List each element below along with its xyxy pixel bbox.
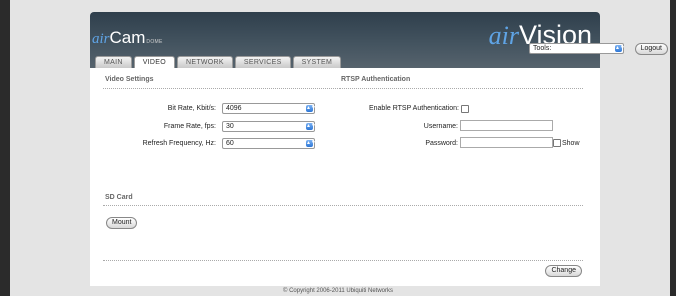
aircam-logo-suffix: DOME bbox=[146, 39, 163, 45]
select-arrows-icon: ▲▼ bbox=[306, 123, 316, 130]
video-settings-panel: Video Settings RTSP Authentication Bit R… bbox=[90, 68, 600, 286]
frame-rate-label: Frame Rate, fps: bbox=[163, 123, 216, 130]
main-tabs: MAIN VIDEO NETWORK SERVICES SYSTEM bbox=[95, 56, 342, 68]
frame-rate-select[interactable]: 30 ▲▼ bbox=[222, 121, 316, 132]
aircam-logo-prefix: air bbox=[92, 31, 110, 47]
select-arrows-icon: ▲▼ bbox=[615, 45, 625, 52]
tab-video[interactable]: VIDEO bbox=[133, 56, 175, 68]
rtsp-auth-divider bbox=[339, 88, 583, 89]
enable-rtsp-auth-label: Enable RTSP Authentication: bbox=[368, 105, 459, 112]
actions-divider bbox=[103, 260, 583, 261]
sd-card-title: SD Card bbox=[105, 194, 133, 201]
video-settings-title: Video Settings bbox=[105, 76, 154, 83]
select-arrows-icon: ▲▼ bbox=[306, 105, 316, 112]
aircam-logo-name: Cam bbox=[109, 28, 146, 47]
bit-rate-label: Bit Rate, Kbit/s: bbox=[167, 105, 216, 112]
logout-button[interactable]: Logout bbox=[634, 43, 668, 55]
bit-rate-select[interactable]: 4096 ▲▼ bbox=[222, 103, 316, 114]
bit-rate-value: 4096 bbox=[226, 105, 242, 112]
mount-button[interactable]: Mount bbox=[106, 217, 138, 229]
aircam-logo: airCamDOME bbox=[92, 28, 163, 48]
tab-network[interactable]: NETWORK bbox=[177, 56, 233, 68]
change-button[interactable]: Change bbox=[545, 265, 582, 277]
password-label: Password: bbox=[425, 140, 458, 147]
show-password-checkbox[interactable] bbox=[553, 139, 561, 147]
username-input[interactable] bbox=[460, 120, 553, 131]
tab-services[interactable]: SERVICES bbox=[234, 56, 291, 68]
refresh-frequency-label: Refresh Frequency, Hz: bbox=[142, 140, 216, 147]
frame-rate-value: 30 bbox=[226, 123, 234, 130]
window-frame-left bbox=[0, 0, 10, 296]
show-password-label: Show bbox=[562, 140, 580, 147]
tools-select-label: Tools: bbox=[533, 45, 552, 52]
tools-menu: Tools: ▲▼ bbox=[529, 43, 625, 54]
password-input[interactable] bbox=[460, 137, 553, 148]
window-frame-right bbox=[670, 0, 676, 296]
tab-system[interactable]: SYSTEM bbox=[292, 56, 342, 68]
header-bar: airCamDOME airVision MAIN VIDEO NETWORK … bbox=[90, 12, 600, 68]
enable-rtsp-auth-checkbox[interactable] bbox=[461, 105, 469, 113]
tools-select[interactable]: Tools: ▲▼ bbox=[529, 43, 625, 54]
video-settings-divider bbox=[103, 88, 338, 89]
refresh-frequency-select[interactable]: 60 ▲▼ bbox=[222, 138, 316, 149]
select-arrows-icon: ▲▼ bbox=[306, 140, 316, 147]
airvision-logo-prefix: air bbox=[488, 21, 519, 50]
sd-card-divider bbox=[103, 205, 583, 206]
tab-main[interactable]: MAIN bbox=[95, 56, 132, 68]
copyright-footer: © Copyright 2006-2011 Ubiquiti Networks bbox=[282, 288, 394, 294]
refresh-frequency-value: 60 bbox=[226, 140, 234, 147]
rtsp-auth-title: RTSP Authentication bbox=[341, 76, 411, 83]
username-label: Username: bbox=[423, 123, 458, 130]
